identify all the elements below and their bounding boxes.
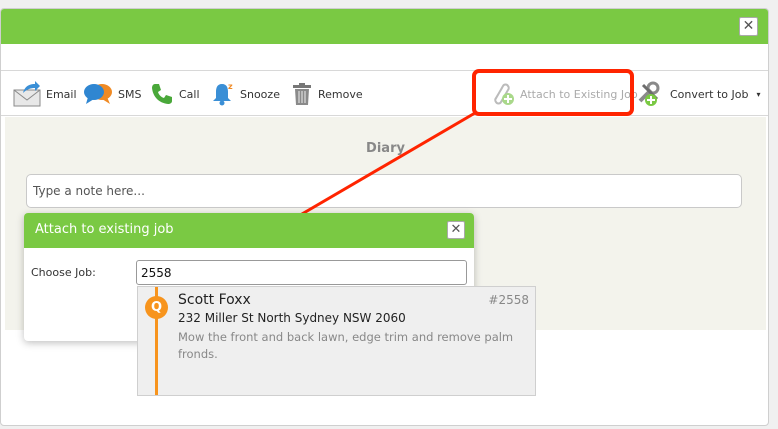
snooze-label: Snooze [240, 87, 280, 101]
phone-icon [152, 84, 172, 104]
sms-button[interactable]: SMS [83, 71, 141, 117]
bell-snooze-icon: z [213, 82, 233, 106]
action-toolbar: Email SMS Call z Snooze Remove Attach to… [1, 70, 768, 117]
sms-label: SMS [118, 87, 142, 101]
window-close-button[interactable]: ✕ [739, 17, 758, 36]
job-suggestion-item[interactable]: Q Scott Foxx #2558 232 Miller St North S… [137, 286, 536, 396]
call-label: Call [179, 87, 200, 101]
tools-add-icon [638, 81, 660, 106]
diary-note-input[interactable] [26, 174, 742, 208]
chevron-down-icon: ▾ [756, 89, 761, 99]
suggestion-client-name: Scott Foxx [178, 292, 251, 308]
suggestion-job-number: #2558 [488, 293, 529, 307]
call-button[interactable]: Call [150, 71, 200, 117]
email-label: Email [46, 87, 77, 101]
annotation-highlight-box [472, 69, 634, 116]
choose-job-input[interactable] [136, 260, 467, 285]
dialog-title: Attach to existing job [35, 222, 174, 237]
email-button[interactable]: Email [13, 71, 77, 117]
dialog-close-button[interactable]: ✕ [447, 221, 465, 239]
email-icon [13, 81, 41, 107]
window-header: ✕ [1, 9, 768, 44]
suggestion-address: 232 Miller St North Sydney NSW 2060 [178, 311, 406, 325]
sms-bubbles-icon [84, 84, 112, 104]
remove-label: Remove [318, 87, 363, 101]
snooze-button[interactable]: z Snooze [211, 71, 280, 117]
diary-title: Diary [366, 141, 405, 156]
dialog-header: Attach to existing job ✕ [24, 213, 474, 248]
convert-to-job-button[interactable]: Convert to Job ▾ [637, 71, 761, 117]
trash-icon [293, 83, 311, 105]
remove-button[interactable]: Remove [291, 71, 363, 117]
choose-job-label: Choose Job: [31, 266, 96, 279]
suggestion-description: Mow the front and back lawn, edge trim a… [178, 330, 514, 361]
quote-badge-icon: Q [145, 296, 168, 319]
convert-to-job-label: Convert to Job [670, 87, 749, 101]
svg-text:z: z [228, 82, 233, 91]
